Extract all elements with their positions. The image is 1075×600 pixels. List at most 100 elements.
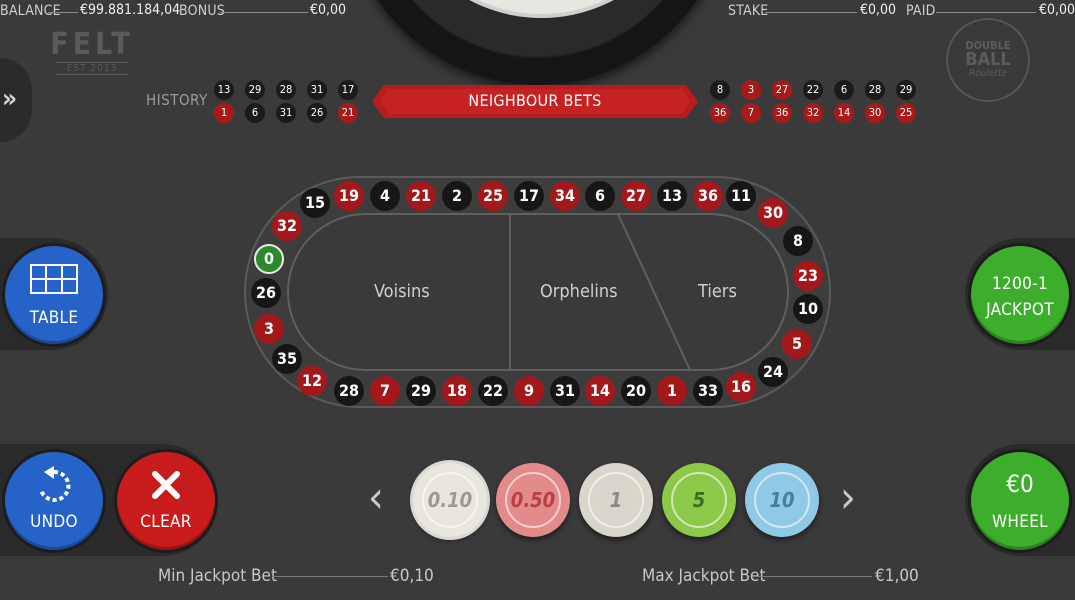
racetrack-number[interactable]: 5 (782, 329, 812, 359)
racetrack-number[interactable]: 25 (478, 181, 508, 211)
chip-button[interactable]: 0.50 (496, 463, 570, 537)
racetrack-number[interactable]: 21 (406, 181, 436, 211)
racetrack-number[interactable]: 0 (254, 244, 284, 274)
racetrack-number[interactable]: 24 (758, 357, 788, 387)
felt-logo-sub: EST 2013 (56, 62, 128, 75)
racetrack-number[interactable]: 14 (585, 376, 615, 406)
double-ball-logo-line3: Roulette (968, 68, 1008, 79)
undo-button[interactable]: UNDO (2, 449, 106, 553)
paid-divider (936, 12, 1036, 13)
racetrack-number[interactable]: 2 (442, 181, 472, 211)
wheel-button[interactable]: €0 WHEEL (968, 449, 1072, 553)
history-ball: 26 (307, 103, 327, 123)
clear-button[interactable]: CLEAR (114, 449, 218, 553)
racetrack-number[interactable]: 16 (726, 372, 756, 402)
chip-button[interactable]: 0.10 (413, 463, 487, 537)
history-ball: 1 (214, 103, 234, 123)
history-ball: 6 (834, 80, 854, 100)
chevron-left-icon[interactable]: ‹ (368, 472, 384, 523)
paid-value: €0,00 (1039, 2, 1075, 18)
racetrack-number[interactable]: 35 (272, 344, 302, 374)
chip-value: 10 (769, 488, 795, 512)
history-ball: 36 (772, 103, 792, 123)
racetrack-number[interactable]: 12 (297, 366, 327, 396)
expand-menu-button[interactable]: » (0, 58, 32, 142)
racetrack-number[interactable]: 36 (693, 181, 723, 211)
racetrack-number[interactable]: 20 (621, 376, 651, 406)
racetrack-number[interactable]: 3 (254, 314, 284, 344)
history-ball: 28 (276, 80, 296, 100)
history-ball: 36 (710, 103, 730, 123)
racetrack-number[interactable]: 32 (272, 211, 302, 241)
stake-label: STAKE (728, 3, 769, 19)
top-bar: BALANCE €99.881.184,04 BONUS €0,00 STAKE… (0, 0, 1075, 24)
section-orphelins[interactable]: Orphelins (540, 281, 618, 302)
max-jackpot-value: €1,00 (875, 566, 919, 586)
history-ball: 25 (896, 103, 916, 123)
history-ball: 28 (865, 80, 885, 100)
racetrack-number[interactable]: 33 (693, 376, 723, 406)
double-chevron-right-icon: » (2, 84, 18, 114)
history-ball: 31 (276, 103, 296, 123)
jackpot-odds-label: 1200-1 (992, 274, 1048, 294)
bonus-label: BONUS (179, 3, 225, 19)
racetrack-number[interactable]: 15 (300, 188, 330, 218)
racetrack-number[interactable]: 34 (550, 181, 580, 211)
racetrack-number[interactable]: 11 (726, 181, 756, 211)
history-ball: 29 (896, 80, 916, 100)
racetrack-number[interactable]: 31 (550, 376, 580, 406)
balance-value: €99.881.184,04 (80, 2, 181, 18)
racetrack-number[interactable]: 28 (334, 376, 364, 406)
max-jackpot-divider (758, 576, 872, 577)
neighbour-bets-label: NEIGHBOUR BETS (468, 91, 602, 110)
racetrack-number[interactable]: 6 (585, 181, 615, 211)
chevron-right-icon[interactable]: › (840, 472, 856, 523)
chip-button[interactable]: 10 (745, 463, 819, 537)
racetrack-number[interactable]: 19 (334, 181, 364, 211)
racetrack-number[interactable]: 18 (442, 376, 472, 406)
balance-label: BALANCE (0, 3, 61, 19)
min-jackpot-label: Min Jackpot Bet (158, 566, 277, 586)
racetrack-number[interactable]: 22 (478, 376, 508, 406)
racetrack-number[interactable]: 8 (783, 226, 813, 256)
racetrack-number[interactable]: 1 (657, 376, 687, 406)
felt-logo-title: FELT (50, 27, 134, 62)
chip-value: 0.10 (427, 488, 473, 512)
stake-value: €0,00 (860, 2, 897, 18)
neighbour-bets-banner[interactable]: NEIGHBOUR BETS (372, 85, 698, 118)
history-ball: 30 (865, 103, 885, 123)
racetrack-number[interactable]: 13 (657, 181, 687, 211)
racetrack-number[interactable]: 29 (406, 376, 436, 406)
history-ball: 29 (245, 80, 265, 100)
history-ball: 7 (741, 103, 761, 123)
chip-value: 1 (609, 488, 623, 512)
racetrack-number[interactable]: 4 (370, 181, 400, 211)
section-voisins[interactable]: Voisins (374, 281, 430, 302)
racetrack-number[interactable]: 9 (514, 376, 544, 406)
history-ball: 3 (741, 80, 761, 100)
min-jackpot-value: €0,10 (390, 566, 434, 586)
felt-logo: FELT EST 2013 (48, 30, 136, 82)
racetrack-number[interactable]: 23 (793, 261, 823, 291)
racetrack-number[interactable]: 30 (758, 198, 788, 228)
racetrack-number[interactable]: 26 (251, 278, 281, 308)
history-ball: 13 (214, 80, 234, 100)
racetrack-number[interactable]: 10 (793, 294, 823, 324)
bonus-divider (220, 12, 308, 13)
table-button[interactable]: TABLE (2, 243, 106, 347)
history-ball: 27 (772, 80, 792, 100)
chip-button[interactable]: 1 (579, 463, 653, 537)
racetrack-number[interactable]: 27 (621, 181, 651, 211)
history-label: HISTORY (146, 91, 208, 109)
racetrack-number[interactable]: 17 (514, 181, 544, 211)
jackpot-label: JACKPOT (986, 300, 1054, 320)
wheel-button-label: WHEEL (992, 512, 1048, 532)
double-ball-logo: DOUBLE BALL Roulette (946, 18, 1030, 102)
section-tiers[interactable]: Tiers (698, 281, 737, 302)
racetrack-number[interactable]: 7 (370, 376, 400, 406)
double-ball-logo-line2: BALL (965, 49, 1011, 70)
undo-icon (39, 466, 71, 502)
jackpot-button[interactable]: 1200-1 JACKPOT (968, 243, 1072, 347)
paid-label: PAID (906, 3, 936, 19)
chip-button[interactable]: 5 (662, 463, 736, 537)
